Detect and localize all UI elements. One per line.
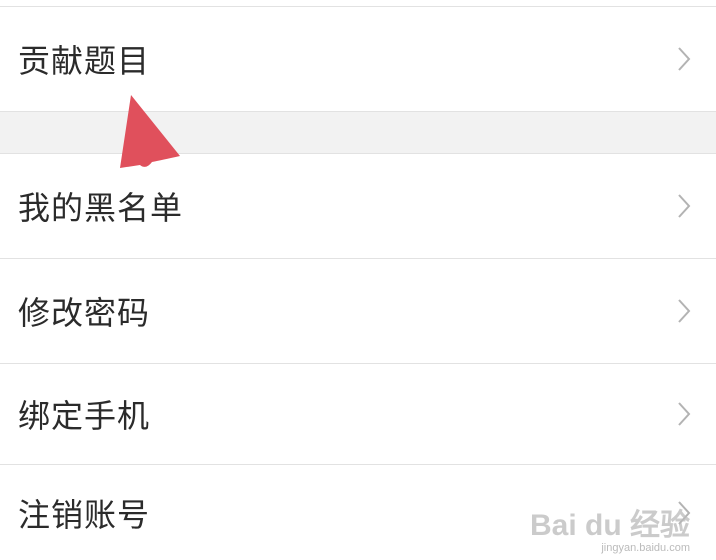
row-change-password[interactable]: 修改密码 [0, 259, 716, 363]
chevron-right-icon [674, 296, 694, 326]
watermark: Bai du 经验 jingyan.baidu.com [530, 500, 690, 554]
chevron-right-icon [674, 191, 694, 221]
section-gap [0, 112, 716, 153]
row-label: 绑定手机 [18, 397, 151, 435]
row-label: 我的黑名单 [18, 189, 184, 227]
row-blacklist[interactable]: 我的黑名单 [0, 154, 716, 258]
row-contribute-questions[interactable]: 贡献题目 [0, 7, 716, 111]
chevron-right-icon [674, 44, 694, 74]
row-label: 贡献题目 [18, 42, 151, 80]
row-bind-phone[interactable]: 绑定手机 [0, 364, 716, 464]
watermark-logo: Bai du 经验 [529, 509, 690, 542]
chevron-right-icon [674, 399, 694, 429]
row-label: 修改密码 [18, 294, 151, 332]
settings-page: 贡献题目 我的黑名单 修改密码 绑定手机 注销账号 Bai du 经验 jing… [0, 0, 716, 560]
